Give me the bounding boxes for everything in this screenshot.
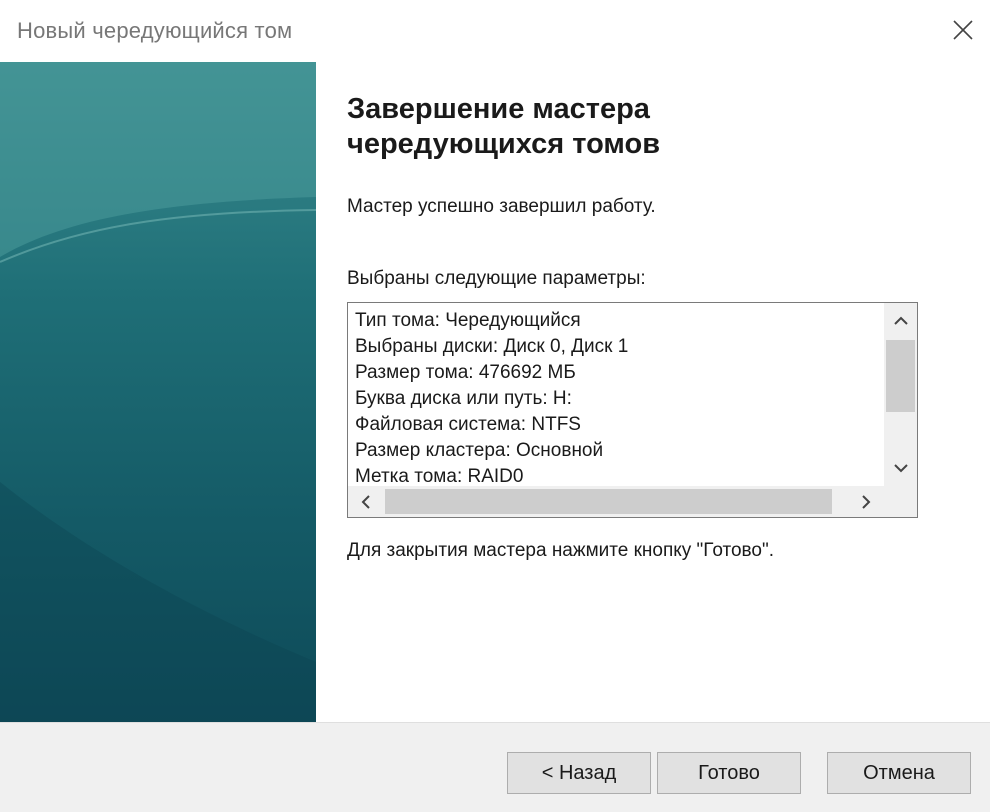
parameters-list: Тип тома: Чередующийся Выбраны диски: Ди…: [355, 308, 885, 490]
finish-button[interactable]: Готово: [657, 752, 801, 794]
list-item: Файловая система: NTFS: [355, 414, 581, 435]
vertical-scrollbar[interactable]: [884, 303, 917, 486]
scroll-left-button[interactable]: [348, 486, 384, 517]
horizontal-scrollbar[interactable]: [348, 486, 884, 517]
chevron-left-icon: [361, 494, 370, 509]
close-hint: Для закрытия мастера нажмите кнопку "Гот…: [347, 540, 774, 561]
heading-line-1: Завершение мастера: [347, 93, 650, 125]
wizard-heading: Завершение мастера чередующихся томов: [347, 92, 827, 162]
scroll-down-button[interactable]: [884, 450, 917, 486]
list-item: Размер кластера: Основной: [355, 440, 604, 461]
scroll-right-button[interactable]: [848, 486, 884, 517]
params-label: Выбраны следующие параметры:: [347, 268, 646, 289]
wizard-side-banner: [0, 62, 316, 722]
chevron-right-icon: [862, 494, 871, 509]
heading-line-2: чередующихся томов: [347, 128, 661, 160]
chevron-down-icon: [893, 464, 908, 473]
list-item: Буква диска или путь: H:: [355, 388, 572, 409]
list-item: Размер тома: 476692 МБ: [355, 362, 576, 383]
cancel-button[interactable]: Отмена: [827, 752, 971, 794]
parameters-listbox[interactable]: Тип тома: Чередующийся Выбраны диски: Ди…: [347, 302, 918, 518]
title-bar: Новый чередующийся том: [0, 0, 990, 62]
close-icon: [953, 20, 973, 40]
window-title: Новый чередующийся том: [17, 18, 293, 43]
vertical-scroll-thumb[interactable]: [886, 340, 915, 412]
chevron-up-icon: [893, 316, 908, 325]
horizontal-scroll-thumb[interactable]: [385, 489, 832, 514]
list-item: Тип тома: Чередующийся: [355, 310, 581, 331]
scroll-up-button[interactable]: [884, 303, 917, 339]
close-button[interactable]: [942, 10, 984, 50]
list-item: Выбраны диски: Диск 0, Диск 1: [355, 336, 629, 357]
back-button[interactable]: < Назад: [507, 752, 651, 794]
scrollbar-corner: [884, 486, 917, 517]
success-message: Мастер успешно завершил работу.: [347, 196, 656, 217]
